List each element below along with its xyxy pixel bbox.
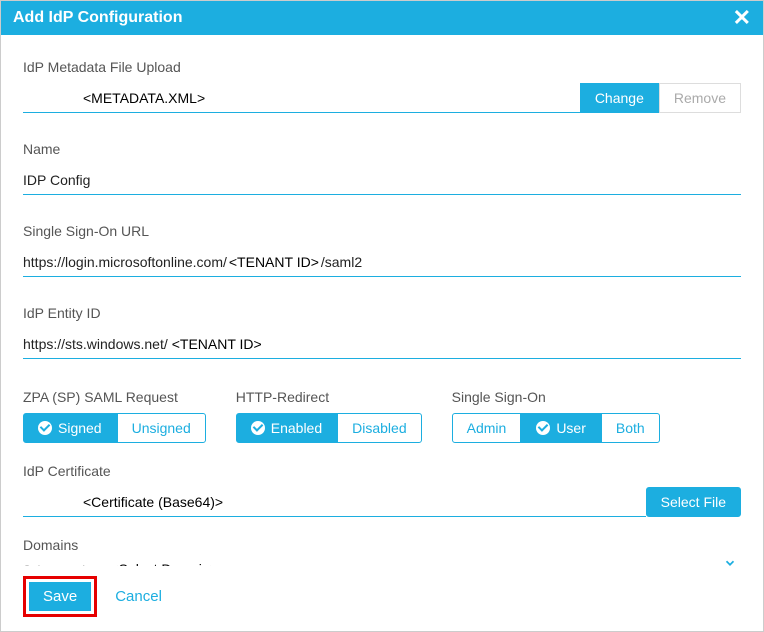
close-icon[interactable]: ✕ — [733, 5, 751, 31]
domains-select-label: Select a value — [23, 563, 98, 566]
check-icon — [251, 421, 265, 435]
http-redirect-toggle: Enabled Disabled — [236, 413, 422, 443]
modal-title: Add IdP Configuration — [13, 9, 182, 27]
metadata-filename: <METADATA.XML> — [83, 90, 205, 106]
change-button[interactable]: Change — [580, 83, 659, 113]
saml-request-toggle: Signed Unsigned — [23, 413, 206, 443]
certificate-value: <Certificate (Base64)> — [83, 494, 223, 510]
entity-id-label: IdP Entity ID — [23, 305, 741, 321]
idp-config-modal: Add IdP Configuration ✕ IdP Metadata Fil… — [0, 0, 764, 632]
http-disabled-button[interactable]: Disabled — [337, 413, 421, 443]
check-icon — [38, 421, 52, 435]
sso-both-button[interactable]: Both — [601, 413, 660, 443]
cancel-button[interactable]: Cancel — [115, 588, 162, 605]
http-redirect-col: HTTP-Redirect Enabled Disabled — [236, 389, 422, 443]
entity-id-placeholder: <TENANT ID> — [172, 336, 262, 352]
sso-url-prefix: https://login.microsoftonline.com/ — [23, 254, 227, 270]
domains-label: Domains — [23, 537, 741, 553]
sso-user-label: User — [556, 420, 586, 436]
saml-signed-button[interactable]: Signed — [23, 413, 117, 443]
chevron-down-icon — [723, 556, 737, 566]
saml-unsigned-button[interactable]: Unsigned — [117, 413, 206, 443]
sso-url-suffix: /saml2 — [321, 254, 362, 270]
saml-signed-label: Signed — [58, 420, 102, 436]
http-enabled-label: Enabled — [271, 420, 322, 436]
name-value: IDP Config — [23, 172, 90, 188]
sso-url-label: Single Sign-On URL — [23, 223, 741, 239]
metadata-filename-field: <METADATA.XML> — [23, 83, 580, 113]
toggle-row: ZPA (SP) SAML Request Signed Unsigned HT… — [23, 389, 741, 443]
name-label: Name — [23, 141, 741, 157]
entity-id-field[interactable]: https://sts.windows.net/ <TENANT ID> — [23, 329, 741, 359]
check-icon — [536, 421, 550, 435]
modal-footer: Save Cancel — [1, 566, 763, 631]
select-file-button[interactable]: Select File — [646, 487, 741, 517]
remove-button[interactable]: Remove — [659, 83, 741, 113]
sso-url-field[interactable]: https://login.microsoftonline.com/ <TENA… — [23, 247, 741, 277]
certificate-label: IdP Certificate — [23, 463, 741, 479]
metadata-buttons: Change Remove — [580, 83, 741, 113]
modal-scroll[interactable]: IdP Metadata File Upload <METADATA.XML> … — [1, 35, 763, 566]
modal-header: Add IdP Configuration ✕ — [1, 1, 763, 35]
single-signon-toggle: Admin User Both — [452, 413, 660, 443]
single-signon-col: Single Sign-On Admin User Both — [452, 389, 660, 443]
metadata-file-row: <METADATA.XML> Change Remove — [23, 83, 741, 113]
certificate-row: <Certificate (Base64)> Select File — [23, 487, 741, 517]
sso-url-value: https://login.microsoftonline.com/ <TENA… — [23, 254, 362, 270]
save-highlight: Save — [23, 576, 97, 617]
sso-url-placeholder: <TENANT ID> — [229, 254, 319, 270]
save-button[interactable]: Save — [29, 582, 91, 611]
sso-user-button[interactable]: User — [521, 413, 601, 443]
metadata-label: IdP Metadata File Upload — [23, 59, 741, 75]
saml-request-col: ZPA (SP) SAML Request Signed Unsigned — [23, 389, 206, 443]
entity-id-prefix: https://sts.windows.net/ — [23, 336, 168, 352]
name-field[interactable]: IDP Config — [23, 165, 741, 195]
modal-body: IdP Metadata File Upload <METADATA.XML> … — [1, 35, 763, 566]
sso-admin-button[interactable]: Admin — [452, 413, 522, 443]
entity-id-value: https://sts.windows.net/ <TENANT ID> — [23, 336, 264, 352]
saml-request-label: ZPA (SP) SAML Request — [23, 389, 206, 405]
domains-placeholder: <Select Domain> — [110, 561, 217, 566]
domains-select[interactable]: Select a value <Select Domain> — [23, 561, 741, 566]
single-signon-label: Single Sign-On — [452, 389, 660, 405]
http-redirect-label: HTTP-Redirect — [236, 389, 422, 405]
certificate-field: <Certificate (Base64)> — [23, 487, 646, 517]
http-enabled-button[interactable]: Enabled — [236, 413, 337, 443]
